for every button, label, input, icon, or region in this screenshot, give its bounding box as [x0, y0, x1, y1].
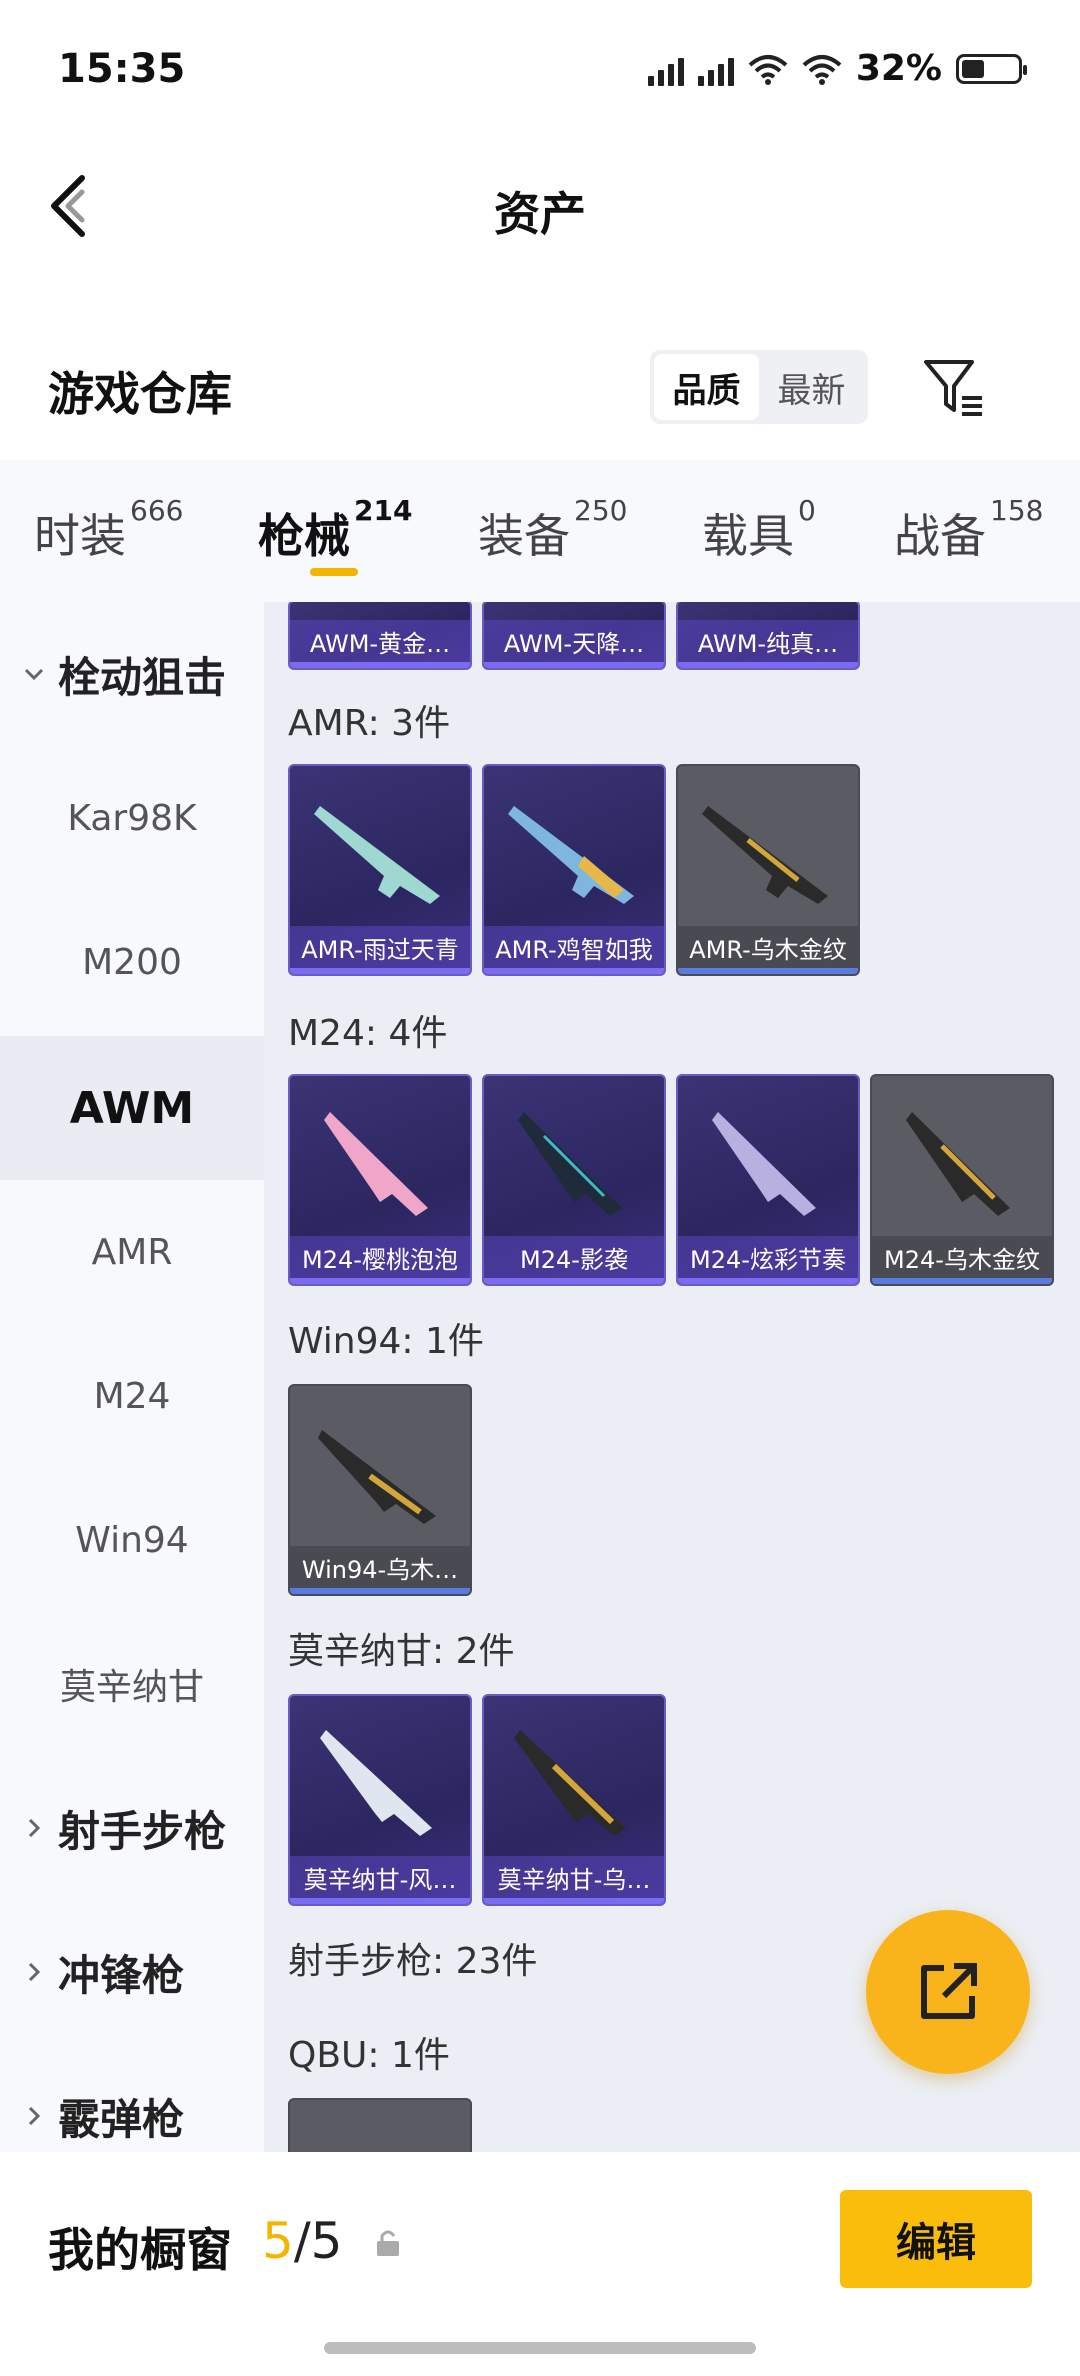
group-title-dmr: 射手步枪: 23件: [288, 1941, 538, 1982]
tab-active-indicator: [310, 568, 358, 576]
showcase-count: 5/5: [262, 2212, 343, 2270]
item-card[interactable]: 莫辛纳甘-风…: [288, 1694, 472, 1906]
tab-fashion[interactable]: 时装 666: [34, 494, 183, 566]
category-tabs: 时装 666 枪械 214 装备 250 载具 0 战备 158: [0, 460, 1080, 602]
item-label: 莫辛纳甘-乌…: [484, 1856, 664, 1898]
sort-option-quality[interactable]: 品质: [654, 354, 759, 420]
status-bar: 15:35 32%: [0, 0, 1080, 130]
sort-toggle: 品质 最新: [650, 350, 868, 424]
item-label: M24-乌木金纹: [872, 1236, 1052, 1278]
share-button[interactable]: [866, 1910, 1030, 2074]
edit-button[interactable]: 编辑: [840, 2190, 1032, 2288]
status-icons: 32%: [647, 48, 1027, 89]
item-label: AWM-天降…: [484, 620, 664, 662]
title-bar: 资产: [0, 130, 1080, 280]
home-indicator[interactable]: [324, 2342, 756, 2354]
rifle-icon: [324, 1112, 428, 1216]
wifi-icon: [802, 54, 842, 85]
sidebar-item-awm[interactable]: AWM: [0, 1036, 264, 1180]
sidebar: 栓动狙击 Kar98K M200 AWM AMR M24 Win94 莫辛纳甘 …: [0, 602, 264, 2152]
item-card[interactable]: M24-乌木金纹: [870, 1074, 1054, 1286]
battery-percent: 32%: [855, 48, 942, 89]
item-label: M24-樱桃泡泡: [290, 1236, 470, 1278]
item-card[interactable]: [288, 2098, 472, 2152]
signal-icon: [697, 52, 734, 86]
item-card[interactable]: AWM-纯真…: [676, 602, 860, 670]
section-title-qbu: QBU: 1件: [288, 2035, 450, 2076]
sidebar-group-smg[interactable]: 冲锋枪: [0, 1900, 264, 2044]
item-label: M24-炫彩节奏: [678, 1236, 858, 1278]
sidebar-item-m24[interactable]: M24: [0, 1324, 264, 1468]
rifle-icon: [712, 1112, 816, 1216]
chevron-down-icon: [24, 668, 44, 681]
item-card[interactable]: AMR-鸡智如我: [482, 764, 666, 976]
chevron-right-icon: [28, 2106, 41, 2126]
section-title-mosin: 莫辛纳甘: 2件: [288, 1631, 515, 1672]
showcase-label: 我的橱窗: [48, 2223, 232, 2277]
item-label: M24-影袭: [484, 1236, 664, 1278]
item-label: AMR-乌木金纹: [678, 926, 858, 968]
bottom-bar: 我的橱窗 5/5 编辑: [0, 2152, 1080, 2376]
item-label: AMR-鸡智如我: [484, 926, 664, 968]
sidebar-item-m200[interactable]: M200: [0, 890, 264, 1034]
tab-equipment[interactable]: 装备 250: [478, 494, 627, 566]
rifle-icon: [514, 1730, 626, 1836]
page-title: 资产: [494, 187, 586, 241]
battery-icon: [956, 53, 1027, 84]
tab-guns[interactable]: 枪械 214: [258, 494, 412, 566]
signal-icon: [647, 52, 684, 86]
section-title-win94: Win94: 1件: [288, 1321, 484, 1362]
external-link-icon: [921, 1963, 977, 2019]
sort-option-newest[interactable]: 最新: [759, 354, 864, 420]
warehouse-title: 游戏仓库: [48, 367, 232, 421]
warehouse-header: 游戏仓库 品质 最新: [0, 280, 1080, 460]
sidebar-group-bolt-sniper[interactable]: 栓动狙击: [0, 602, 264, 746]
sidebar-item-mosin[interactable]: 莫辛纳甘: [0, 1612, 264, 1756]
item-card[interactable]: M24-影袭: [482, 1074, 666, 1286]
tab-supplies[interactable]: 战备 158: [894, 494, 1043, 566]
lock-icon: [377, 2230, 399, 2256]
chevron-right-icon: [28, 1818, 41, 1838]
rifle-icon: [702, 806, 828, 904]
rifle-icon: [318, 1430, 436, 1524]
item-label: AMR-雨过天青: [290, 926, 470, 968]
item-card[interactable]: AMR-乌木金纹: [676, 764, 860, 976]
section-title-amr: AMR: 3件: [288, 703, 451, 744]
item-label: Win94-乌木…: [290, 1546, 470, 1588]
wifi-icon: [748, 54, 788, 85]
rifle-icon: [320, 1730, 432, 1836]
sidebar-item-amr[interactable]: AMR: [0, 1180, 264, 1324]
filter-icon[interactable]: [920, 354, 986, 420]
item-card[interactable]: M24-炫彩节奏: [676, 1074, 860, 1286]
status-time: 15:35: [58, 46, 186, 92]
item-card[interactable]: Win94-乌木…: [288, 1384, 472, 1596]
item-card[interactable]: 莫辛纳甘-乌…: [482, 1694, 666, 1906]
item-label: 莫辛纳甘-风…: [290, 1856, 470, 1898]
chevron-right-icon: [28, 1962, 41, 1982]
item-label: AWM-黄金…: [290, 620, 470, 662]
rifle-icon: [518, 1112, 622, 1216]
sidebar-group-dmr[interactable]: 射手步枪: [0, 1756, 264, 1900]
item-card[interactable]: AWM-黄金…: [288, 602, 472, 670]
rifle-icon: [508, 806, 634, 904]
sidebar-item-kar98k[interactable]: Kar98K: [0, 746, 264, 890]
item-label: AWM-纯真…: [678, 620, 858, 662]
tab-vehicles[interactable]: 载具 0: [702, 494, 816, 566]
section-title-m24: M24: 4件: [288, 1013, 448, 1054]
item-card[interactable]: AMR-雨过天青: [288, 764, 472, 976]
sidebar-group-shotgun[interactable]: 霰弹枪: [0, 2044, 264, 2152]
rifle-icon: [906, 1112, 1010, 1216]
item-card[interactable]: AWM-天降…: [482, 602, 666, 670]
sidebar-item-win94[interactable]: Win94: [0, 1468, 264, 1612]
item-card[interactable]: M24-樱桃泡泡: [288, 1074, 472, 1286]
rifle-icon: [314, 806, 440, 904]
